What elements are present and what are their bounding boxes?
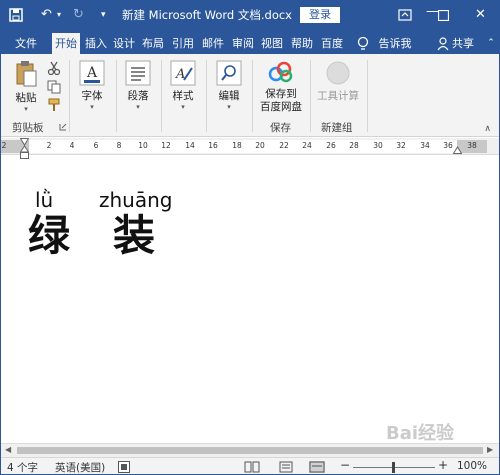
editing-search-icon: [216, 60, 242, 86]
share-button[interactable]: 共享: [450, 33, 476, 54]
copy-icon[interactable]: [47, 80, 61, 94]
hanzi-text-1: 绿: [28, 211, 71, 260]
horizontal-ruler[interactable]: 2 2 4 6 8 10 12 14 16 18 20 22 24 26 28 …: [1, 138, 499, 155]
tab-references[interactable]: 引用: [169, 33, 197, 54]
cut-icon[interactable]: [47, 61, 61, 75]
paragraph-icon: [125, 60, 151, 86]
language-indicator[interactable]: 英语(美国): [55, 460, 105, 474]
ribbon-display-options-icon[interactable]: [398, 9, 412, 21]
tab-review[interactable]: 审阅: [229, 33, 257, 54]
tab-view[interactable]: 视图: [259, 33, 285, 54]
ribbon-collapse-chevron-icon[interactable]: ⌃: [485, 33, 497, 54]
ribbon-home: 粘贴 ▾ 剪贴板 A 字体 ▾ 段落 ▾ A 样式 ▾ 编辑 ▾ 保存到 百度网…: [1, 54, 499, 137]
tab-layout[interactable]: 布局: [140, 33, 166, 54]
word-count[interactable]: 4 个字: [7, 460, 38, 474]
tool-calc-icon: [326, 61, 350, 85]
new-group-label: 新建组: [321, 122, 353, 134]
save-icon[interactable]: [9, 8, 23, 22]
scroll-left-icon[interactable]: ◀: [5, 445, 11, 454]
web-layout-icon[interactable]: [309, 461, 325, 473]
font-icon: A: [79, 60, 105, 86]
format-painter-icon[interactable]: [47, 98, 61, 112]
hanzi-text-2: 装: [113, 211, 156, 260]
login-button[interactable]: 登录: [300, 7, 340, 23]
left-indent-marker-icon[interactable]: [20, 138, 29, 160]
paste-clipboard-icon: [16, 61, 37, 87]
macro-record-icon[interactable]: [118, 461, 130, 473]
scroll-right-icon[interactable]: ▶: [487, 445, 493, 454]
pinyin-text-1: lǜ: [35, 188, 54, 212]
styles-dropdown-icon: ▾: [181, 103, 185, 111]
baidu-watermark: Bai经验: [386, 423, 455, 444]
paragraph-dropdown-icon: ▾: [136, 103, 140, 111]
undo-dropdown-icon[interactable]: ▾: [57, 7, 61, 23]
styles-button[interactable]: A 样式 ▾: [167, 60, 199, 112]
status-bar: 4 个字 英语(美国) − + 100%: [1, 457, 499, 474]
save-to-baidu-button[interactable]: 保存到 百度网盘: [256, 60, 306, 114]
font-dropdown-icon: ▾: [90, 103, 94, 111]
document-title: 新建 Microsoft Word 文档.docx: [122, 8, 292, 22]
share-person-icon[interactable]: [437, 37, 449, 51]
tool-calc-button[interactable]: 工具计算: [314, 60, 362, 103]
lightbulb-icon[interactable]: [357, 36, 369, 52]
clipboard-launcher-icon[interactable]: [59, 123, 67, 131]
tab-help[interactable]: 帮助: [288, 33, 316, 54]
zoom-in-button[interactable]: +: [438, 458, 448, 472]
zoom-slider-thumb[interactable]: [392, 462, 395, 473]
zoom-out-button[interactable]: −: [340, 458, 350, 472]
svg-text:A: A: [86, 65, 98, 81]
ribbon-pin-chevron-icon[interactable]: ∧: [484, 124, 491, 134]
title-bar: ↶ ▾ ↻ ▾ 新建 Microsoft Word 文档.docx 登录 — ✕: [1, 1, 499, 30]
zoom-level[interactable]: 100%: [457, 460, 487, 472]
document-page[interactable]: [1, 156, 499, 443]
tab-home[interactable]: 开始: [52, 33, 80, 54]
scrollbar-thumb[interactable]: [17, 447, 483, 454]
word-window: ↶ ▾ ↻ ▾ 新建 Microsoft Word 文档.docx 登录 — ✕…: [0, 0, 500, 475]
pinyin-text-2: zhuāng: [99, 188, 173, 212]
font-button[interactable]: A 字体 ▾: [77, 60, 107, 112]
close-icon[interactable]: ✕: [475, 6, 486, 24]
ribbon-tabs: 文件 开始 插入 设计 布局 引用 邮件 审阅 视图 帮助 百度 告诉我 共享 …: [1, 30, 499, 54]
tab-file[interactable]: 文件: [7, 33, 45, 54]
styles-icon: A: [170, 60, 196, 86]
tab-insert[interactable]: 插入: [83, 33, 109, 54]
redo-icon[interactable]: ↻: [73, 7, 84, 23]
editing-dropdown-icon: ▾: [227, 103, 231, 111]
undo-icon[interactable]: ↶: [41, 7, 52, 23]
read-mode-icon[interactable]: [244, 461, 260, 473]
paste-button[interactable]: 粘贴 ▾: [9, 60, 43, 114]
tell-me-search[interactable]: 告诉我: [375, 33, 415, 54]
tab-baidu[interactable]: 百度: [318, 33, 346, 54]
tab-design[interactable]: 设计: [111, 33, 137, 54]
horizontal-scrollbar[interactable]: ◀ ▶: [1, 443, 499, 457]
maximize-icon[interactable]: [438, 10, 449, 21]
tab-mailings[interactable]: 邮件: [200, 33, 226, 54]
right-indent-marker-icon[interactable]: [453, 139, 462, 154]
paragraph-button[interactable]: 段落 ▾: [122, 60, 154, 112]
editing-button[interactable]: 编辑 ▾: [213, 60, 245, 112]
clipboard-group-label: 剪贴板: [12, 122, 44, 134]
paste-dropdown-icon: ▾: [24, 105, 28, 113]
customize-qat-icon[interactable]: ▾: [101, 7, 106, 23]
save-group-label: 保存: [270, 122, 291, 134]
baidu-cloud-icon: [268, 61, 293, 83]
print-layout-icon[interactable]: [278, 461, 294, 473]
